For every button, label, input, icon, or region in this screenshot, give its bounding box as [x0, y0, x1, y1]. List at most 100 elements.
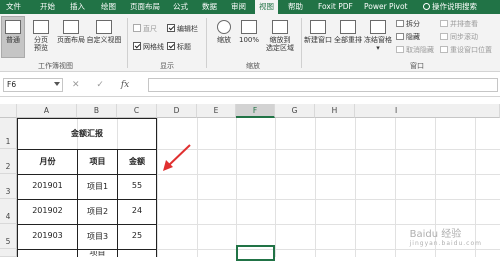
hide-button[interactable]: 隐藏	[396, 33, 420, 42]
gridlines-checkbox-box	[133, 42, 141, 50]
tab-data[interactable]: 数据	[202, 0, 217, 14]
new-window-label: 新建窗口	[304, 36, 332, 44]
ribbon-view: 普通 分页 预览 页面布局 自定义视图 工作簿视图 直尺 编辑栏 网格线 标题 …	[0, 14, 500, 72]
tab-draw[interactable]: 绘图	[101, 0, 116, 14]
zoom-selection-icon	[272, 20, 288, 34]
custom-views-button[interactable]: 自定义视图	[86, 17, 122, 57]
gridline	[275, 118, 276, 257]
split-button[interactable]: 拆分	[396, 20, 420, 29]
zoom-group-label: 缩放	[246, 62, 260, 70]
table-cell-amount[interactable]: 25	[118, 231, 156, 240]
table-cell-amount[interactable]: 24	[118, 206, 156, 215]
freeze-panes-button[interactable]: 冻结窗格 ▾	[363, 17, 393, 57]
column-header-a[interactable]: A	[17, 104, 77, 118]
tab-insert[interactable]: 插入	[70, 0, 85, 14]
normal-view-button[interactable]: 普通	[1, 16, 25, 58]
row-header-6[interactable]	[0, 249, 17, 257]
column-header-c[interactable]: C	[117, 104, 157, 118]
row-header-1[interactable]: 1	[0, 118, 17, 149]
table-cell-month[interactable]: 201901	[18, 181, 77, 190]
table-header-amount[interactable]: 金额	[118, 156, 156, 167]
table-cell-amount[interactable]: 55	[118, 181, 156, 190]
formula-input[interactable]	[148, 78, 498, 92]
insert-function-icon[interactable]: fx	[121, 80, 129, 90]
tab-formulas[interactable]: 公式	[173, 0, 188, 14]
table-title[interactable]: 金额汇报	[18, 128, 156, 139]
group-divider	[301, 18, 302, 68]
table-border	[17, 174, 157, 175]
watermark-subtext: jingyan.baidu.com	[409, 240, 482, 247]
column-header-e[interactable]: E	[197, 104, 236, 118]
enter-icon[interactable]: ✓	[96, 80, 104, 90]
page-layout-view-button[interactable]: 页面布局	[56, 17, 86, 57]
zoom-label: 缩放	[217, 36, 231, 44]
gridline	[395, 118, 396, 257]
row-header-2[interactable]: 2	[0, 149, 17, 174]
ruler-checkbox[interactable]: 直尺	[133, 24, 157, 34]
reset-window-position-button[interactable]: 重设窗口位置	[440, 46, 492, 55]
zoom-to-selection-button[interactable]: 缩放到 选定区域	[262, 17, 298, 57]
selected-cell-f6[interactable]	[236, 245, 275, 261]
column-header-f[interactable]: F	[236, 104, 275, 118]
formula-bar-checkbox[interactable]: 编辑栏	[167, 24, 198, 34]
zoom-selection-label-2: 选定区域	[266, 44, 294, 52]
tab-page-layout[interactable]: 页面布局	[130, 0, 160, 14]
table-header-project[interactable]: 项目	[78, 156, 117, 167]
lightbulb-icon	[423, 3, 430, 10]
page-break-label-1: 分页	[34, 36, 48, 44]
gridline	[157, 118, 158, 257]
chevron-down-icon: ▾	[376, 44, 380, 52]
row-header-5[interactable]: 5	[0, 224, 17, 249]
group-divider	[206, 18, 207, 68]
row-header-4[interactable]: 4	[0, 199, 17, 224]
tab-review[interactable]: 审阅	[231, 0, 246, 14]
new-window-button[interactable]: 新建窗口	[303, 17, 333, 57]
table-cell-project[interactable]: 项目2	[78, 206, 117, 217]
view-side-by-side-button[interactable]: 并排查看	[440, 20, 478, 29]
page-layout-icon	[63, 20, 79, 34]
custom-views-label: 自定义视图	[86, 36, 122, 44]
show-group-label: 显示	[160, 62, 174, 70]
column-header-d[interactable]: D	[157, 104, 197, 118]
column-header-b[interactable]: B	[77, 104, 117, 118]
row-header-3[interactable]: 3	[0, 174, 17, 199]
select-all-corner[interactable]	[0, 104, 17, 118]
sync-scroll-icon	[440, 33, 448, 40]
tab-home[interactable]: 开始	[40, 0, 55, 14]
chevron-down-icon[interactable]	[54, 82, 60, 86]
column-header-i[interactable]: I	[355, 104, 500, 118]
zoom-button[interactable]: 缩放	[211, 17, 237, 57]
sync-scroll-button[interactable]: 同步滚动	[440, 33, 478, 42]
table-cell-month[interactable]: 201902	[18, 206, 77, 215]
table-cell-project[interactable]: 项目3	[78, 231, 117, 242]
column-header-h[interactable]: H	[315, 104, 355, 118]
formula-bar-label: 编辑栏	[177, 25, 198, 33]
gridlines-checkbox[interactable]: 网格线	[133, 42, 164, 52]
freeze-panes-icon	[370, 20, 386, 34]
arrange-all-button[interactable]: 全部重排	[333, 17, 363, 57]
tab-file[interactable]: 文件	[6, 0, 21, 14]
page-break-preview-button[interactable]: 分页 预览	[28, 17, 54, 57]
table-cell-month[interactable]: 201903	[18, 231, 77, 240]
zoom-100-label: 100%	[238, 36, 259, 44]
watermark-text: Baidu 经验	[409, 229, 462, 240]
tell-me-search[interactable]: 操作说明搜索	[423, 0, 477, 14]
tab-help[interactable]: 帮助	[288, 0, 303, 14]
table-header-month[interactable]: 月份	[18, 156, 77, 167]
gridline	[197, 118, 198, 257]
gridline	[315, 118, 316, 257]
table-cell-project[interactable]: 项目	[78, 251, 117, 257]
tab-power-pivot[interactable]: Power Pivot	[364, 0, 407, 14]
zoom-100-button[interactable]: 100%	[237, 17, 261, 57]
table-cell-project[interactable]: 项目1	[78, 181, 117, 192]
headings-checkbox[interactable]: 标题	[167, 42, 191, 52]
reset-position-label: 重设窗口位置	[450, 46, 492, 54]
unhide-button[interactable]: 取消隐藏	[396, 46, 434, 55]
magnifier-icon	[217, 20, 231, 34]
hide-icon	[396, 33, 404, 40]
arrange-all-icon	[340, 20, 356, 34]
cancel-icon[interactable]: ✕	[72, 80, 80, 90]
tab-view[interactable]: 视图	[255, 0, 278, 14]
column-header-g[interactable]: G	[275, 104, 315, 118]
tab-foxit-pdf[interactable]: Foxit PDF	[318, 0, 353, 14]
